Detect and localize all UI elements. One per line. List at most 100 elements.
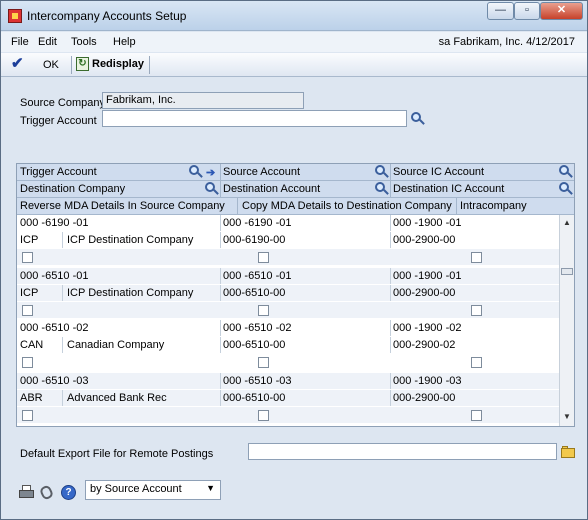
trigger-account-column-lookup-icon[interactable]: [188, 164, 204, 180]
toolbar: ✔ OK ↻ Redisplay: [1, 53, 587, 77]
expand-arrow-icon[interactable]: ➔: [206, 166, 215, 179]
trigger-account-cell[interactable]: 000 -6190 -01: [20, 217, 89, 229]
redisplay-label: Redisplay: [92, 58, 144, 70]
intracompany-header: Intracompany: [460, 200, 527, 212]
source-ic-account-cell[interactable]: 000 -1900 -02: [393, 322, 462, 334]
folder-icon[interactable]: [560, 445, 576, 459]
menu-edit[interactable]: Edit: [38, 36, 57, 48]
grid-header-row-2: Destination Company Destination Account …: [17, 181, 574, 198]
destination-account-cell[interactable]: 000-6510-00: [223, 392, 285, 404]
reverse-mda-checkbox[interactable]: [22, 410, 33, 421]
table-row[interactable]: CAN Canadian Company 000-6510-00 000-290…: [17, 337, 559, 353]
table-row[interactable]: [17, 354, 559, 370]
table-row[interactable]: 000 -6510 -03 000 -6510 -03 000 -1900 -0…: [17, 373, 559, 389]
reverse-mda-checkbox[interactable]: [22, 252, 33, 263]
intracompany-checkbox[interactable]: [471, 252, 482, 263]
destination-account-cell[interactable]: 000-6510-00: [223, 287, 285, 299]
source-account-cell[interactable]: 000 -6510 -03: [223, 375, 292, 387]
sort-select[interactable]: by Source Account ▼: [85, 480, 221, 500]
scroll-up-icon[interactable]: ▲: [563, 218, 571, 227]
destination-company-code-cell[interactable]: CAN: [20, 339, 43, 351]
cell-divider: [220, 373, 221, 389]
destination-account-cell[interactable]: 000-6510-00: [223, 339, 285, 351]
minimize-button[interactable]: —: [487, 2, 514, 20]
source-account-lookup-icon[interactable]: [374, 164, 390, 180]
scroll-down-icon[interactable]: ▼: [563, 412, 571, 421]
table-row[interactable]: 000 -6190 -01 000 -6190 -01 000 -1900 -0…: [17, 215, 559, 231]
copy-mda-checkbox[interactable]: [258, 252, 269, 263]
destination-company-name-cell: ICP Destination Company: [67, 234, 194, 246]
source-account-header: Source Account: [223, 166, 301, 178]
table-row[interactable]: [17, 407, 559, 423]
reverse-mda-checkbox[interactable]: [22, 305, 33, 316]
destination-company-code-cell[interactable]: ICP: [20, 287, 38, 299]
destination-ic-account-header: Destination IC Account: [393, 183, 505, 195]
destination-ic-account-cell[interactable]: 000-2900-00: [393, 287, 455, 299]
table-row[interactable]: 000 -6510 -01 000 -6510 -01 000 -1900 -0…: [17, 268, 559, 284]
source-account-cell[interactable]: 000 -6510 -02: [223, 322, 292, 334]
scroll-thumb[interactable]: [561, 268, 573, 275]
trigger-account-cell[interactable]: 000 -6510 -02: [20, 322, 89, 334]
reverse-mda-header: Reverse MDA Details In Source Company: [20, 200, 225, 212]
header-divider: [390, 181, 391, 198]
table-row[interactable]: ABR Advanced Bank Rec 000-6510-00 000-29…: [17, 390, 559, 406]
destination-account-cell[interactable]: 000-6190-00: [223, 234, 285, 246]
intracompany-checkbox[interactable]: [471, 305, 482, 316]
menu-tools[interactable]: Tools: [71, 36, 97, 48]
destination-company-lookup-icon[interactable]: [204, 181, 220, 197]
attachment-icon[interactable]: [38, 484, 55, 501]
menu-help[interactable]: Help: [113, 36, 136, 48]
destination-ic-account-cell[interactable]: 000-2900-02: [393, 339, 455, 351]
menu-file[interactable]: File: [11, 36, 29, 48]
cell-divider: [390, 373, 391, 389]
cell-divider: [390, 320, 391, 336]
help-icon[interactable]: ?: [61, 485, 76, 500]
printer-icon[interactable]: [19, 485, 34, 500]
table-row[interactable]: ICP ICP Destination Company 000-6510-00 …: [17, 285, 559, 301]
cell-divider: [220, 215, 221, 231]
copy-mda-checkbox[interactable]: [258, 410, 269, 421]
trigger-account-input[interactable]: [102, 110, 407, 127]
cell-divider: [220, 232, 221, 248]
destination-company-code-cell[interactable]: ABR: [20, 392, 43, 404]
chevron-down-icon: ▼: [206, 483, 215, 493]
grid-scrollbar[interactable]: ▲ ▼: [559, 215, 574, 426]
reverse-mda-checkbox[interactable]: [22, 357, 33, 368]
table-row[interactable]: ICP ICP Destination Company 000-6190-00 …: [17, 232, 559, 248]
destination-ic-account-lookup-icon[interactable]: [558, 181, 574, 197]
source-ic-account-lookup-icon[interactable]: [558, 164, 574, 180]
copy-mda-checkbox[interactable]: [258, 357, 269, 368]
maximize-button[interactable]: ▫: [514, 2, 540, 20]
intracompany-checkbox[interactable]: [471, 410, 482, 421]
export-file-input[interactable]: [248, 443, 557, 460]
destination-ic-account-cell[interactable]: 000-2900-00: [393, 234, 455, 246]
trigger-account-cell[interactable]: 000 -6510 -01: [20, 270, 89, 282]
close-button[interactable]: ✕: [540, 2, 583, 20]
destination-account-lookup-icon[interactable]: [374, 181, 390, 197]
destination-account-header: Destination Account: [223, 183, 321, 195]
source-ic-account-cell[interactable]: 000 -1900 -01: [393, 217, 462, 229]
toolbar-separator: [149, 56, 150, 74]
table-row[interactable]: [17, 249, 559, 265]
table-row[interactable]: [17, 302, 559, 318]
cell-divider: [220, 285, 221, 301]
cell-divider: [390, 232, 391, 248]
destination-company-code-cell[interactable]: ICP: [20, 234, 38, 246]
ok-button[interactable]: ✔ OK: [7, 55, 63, 74]
trigger-account-cell[interactable]: 000 -6510 -03: [20, 375, 89, 387]
source-account-cell[interactable]: 000 -6190 -01: [223, 217, 292, 229]
source-ic-account-cell[interactable]: 000 -1900 -01: [393, 270, 462, 282]
redisplay-button[interactable]: ↻ Redisplay: [76, 56, 148, 74]
table-row[interactable]: 000 -6510 -02 000 -6510 -02 000 -1900 -0…: [17, 320, 559, 336]
source-ic-account-cell[interactable]: 000 -1900 -03: [393, 375, 462, 387]
destination-ic-account-cell[interactable]: 000-2900-00: [393, 392, 455, 404]
redisplay-icon: ↻: [76, 57, 89, 71]
destination-company-header: Destination Company: [20, 183, 126, 195]
grid-header-row-3: Reverse MDA Details In Source Company Co…: [17, 198, 574, 215]
intracompany-checkbox[interactable]: [471, 357, 482, 368]
grid-rows: 000 -6190 -01 000 -6190 -01 000 -1900 -0…: [17, 215, 559, 426]
trigger-account-lookup-icon[interactable]: [410, 111, 426, 127]
source-account-cell[interactable]: 000 -6510 -01: [223, 270, 292, 282]
cell-divider: [62, 337, 63, 353]
copy-mda-checkbox[interactable]: [258, 305, 269, 316]
